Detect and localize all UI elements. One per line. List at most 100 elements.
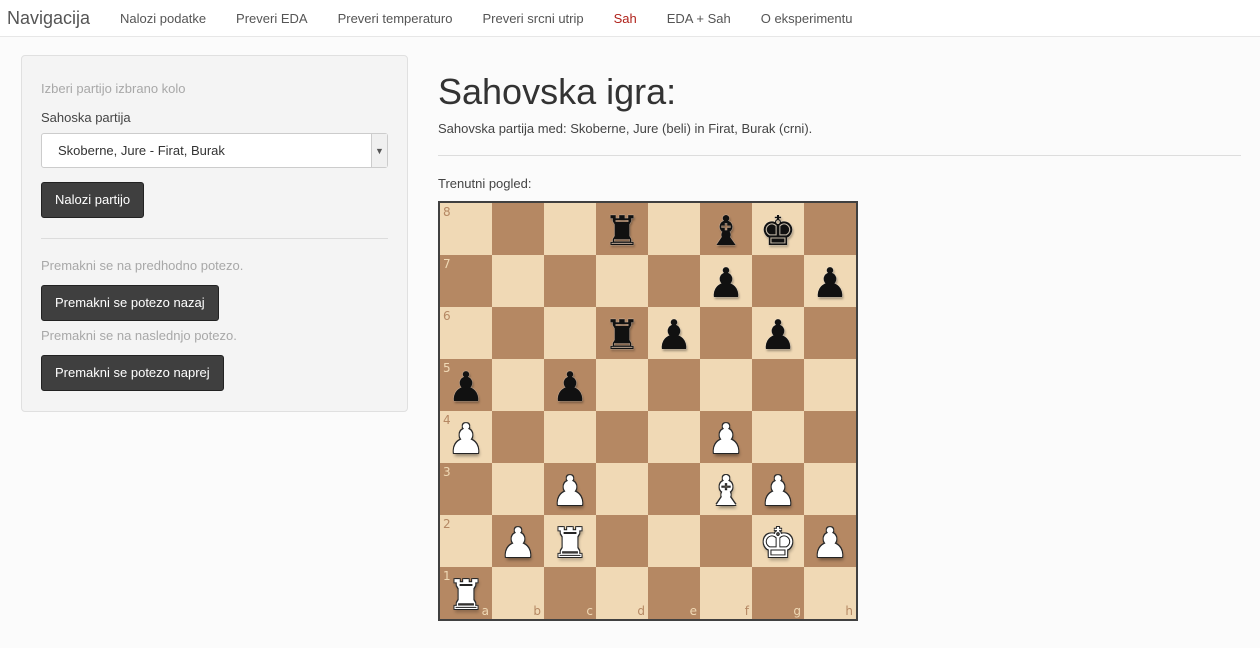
white-pawn-icon[interactable]: ♟ — [708, 418, 745, 460]
prev-move-button[interactable]: Premakni se potezo nazaj — [41, 285, 219, 321]
nav-link-preveri-srcni-utrip[interactable]: Preveri srcni utrip — [467, 2, 598, 35]
square-e6[interactable]: ♟ — [648, 307, 700, 359]
square-a2[interactable]: 2 — [440, 515, 492, 567]
chevron-down-icon[interactable]: ▼ — [371, 134, 387, 167]
square-f3[interactable]: ♝ — [700, 463, 752, 515]
square-h7[interactable]: ♟ — [804, 255, 856, 307]
black-bishop-icon[interactable]: ♝ — [708, 210, 745, 252]
square-a6[interactable]: 6 — [440, 307, 492, 359]
square-e5[interactable] — [648, 359, 700, 411]
square-g3[interactable]: ♟ — [752, 463, 804, 515]
square-e1[interactable]: e — [648, 567, 700, 619]
nav-link-nalozi-podatke[interactable]: Nalozi podatke — [105, 2, 221, 35]
square-h1[interactable]: h — [804, 567, 856, 619]
square-g6[interactable]: ♟ — [752, 307, 804, 359]
square-g2[interactable]: ♚ — [752, 515, 804, 567]
game-select[interactable]: Skoberne, Jure - Firat, Burak ▼ — [41, 133, 388, 168]
square-h8[interactable] — [804, 203, 856, 255]
black-pawn-icon[interactable]: ♟ — [760, 314, 797, 356]
square-e3[interactable] — [648, 463, 700, 515]
nav-link-eda-sah[interactable]: EDA + Sah — [652, 2, 746, 35]
black-pawn-icon[interactable]: ♟ — [656, 314, 693, 356]
white-pawn-icon[interactable]: ♟ — [552, 470, 589, 512]
white-pawn-icon[interactable]: ♟ — [500, 522, 537, 564]
square-f7[interactable]: ♟ — [700, 255, 752, 307]
square-a5[interactable]: 5 ♟ — [440, 359, 492, 411]
white-bishop-icon[interactable]: ♝ — [708, 470, 745, 512]
square-b5[interactable] — [492, 359, 544, 411]
square-c4[interactable] — [544, 411, 596, 463]
square-d5[interactable] — [596, 359, 648, 411]
navbar-brand[interactable]: Navigacija — [0, 2, 105, 35]
square-h3[interactable] — [804, 463, 856, 515]
nav-link-preveri-temperaturo[interactable]: Preveri temperaturo — [323, 2, 468, 35]
white-pawn-icon[interactable]: ♟ — [448, 418, 485, 460]
square-h4[interactable] — [804, 411, 856, 463]
square-b3[interactable] — [492, 463, 544, 515]
white-king-icon[interactable]: ♚ — [760, 522, 797, 564]
nav-link-preveri-eda[interactable]: Preveri EDA — [221, 2, 323, 35]
black-rook-icon[interactable]: ♜ — [604, 314, 641, 356]
square-c3[interactable]: ♟ — [544, 463, 596, 515]
square-c6[interactable] — [544, 307, 596, 359]
white-rook-icon[interactable]: ♜ — [448, 574, 485, 616]
black-pawn-icon[interactable]: ♟ — [812, 262, 849, 304]
square-a7[interactable]: 7 — [440, 255, 492, 307]
black-pawn-icon[interactable]: ♟ — [448, 366, 485, 408]
black-rook-icon[interactable]: ♜ — [604, 210, 641, 252]
square-a8[interactable]: 8 — [440, 203, 492, 255]
square-f1[interactable]: f — [700, 567, 752, 619]
nav-link-sah[interactable]: Sah — [599, 2, 652, 35]
square-g5[interactable] — [752, 359, 804, 411]
square-f8[interactable]: ♝ — [700, 203, 752, 255]
square-f5[interactable] — [700, 359, 752, 411]
square-c1[interactable]: c — [544, 567, 596, 619]
square-e7[interactable] — [648, 255, 700, 307]
square-d4[interactable] — [596, 411, 648, 463]
square-f4[interactable]: ♟ — [700, 411, 752, 463]
square-d6[interactable]: ♜ — [596, 307, 648, 359]
square-g4[interactable] — [752, 411, 804, 463]
square-a4[interactable]: 4 ♟ — [440, 411, 492, 463]
square-g7[interactable] — [752, 255, 804, 307]
square-d8[interactable]: ♜ — [596, 203, 648, 255]
square-f2[interactable] — [700, 515, 752, 567]
square-f6[interactable] — [700, 307, 752, 359]
square-h6[interactable] — [804, 307, 856, 359]
square-g1[interactable]: g — [752, 567, 804, 619]
square-b2[interactable]: ♟ — [492, 515, 544, 567]
square-e4[interactable] — [648, 411, 700, 463]
square-a3[interactable]: 3 — [440, 463, 492, 515]
square-a1[interactable]: 1 a ♜ — [440, 567, 492, 619]
square-e2[interactable] — [648, 515, 700, 567]
white-rook-icon[interactable]: ♜ — [552, 522, 589, 564]
square-g8[interactable]: ♚ — [752, 203, 804, 255]
square-d1[interactable]: d — [596, 567, 648, 619]
square-h5[interactable] — [804, 359, 856, 411]
black-king-icon[interactable]: ♚ — [760, 210, 797, 252]
square-e8[interactable] — [648, 203, 700, 255]
nav-link-o-eksperimentu[interactable]: O eksperimentu — [746, 2, 868, 35]
square-b4[interactable] — [492, 411, 544, 463]
next-move-button[interactable]: Premakni se potezo naprej — [41, 355, 224, 391]
load-game-button[interactable]: Nalozi partijo — [41, 182, 145, 218]
black-pawn-icon[interactable]: ♟ — [708, 262, 745, 304]
square-b8[interactable] — [492, 203, 544, 255]
square-h2[interactable]: ♟ — [804, 515, 856, 567]
white-pawn-icon[interactable]: ♟ — [760, 470, 797, 512]
square-b6[interactable] — [492, 307, 544, 359]
chess-board[interactable]: 8 ♜ ♝ ♚ 7 ♟ ♟ 6 ♜ ♟ ♟ 5 ♟ ♟ 4 ♟ ♟ 3 ♟ ♝ ♟ 2 ♟ ♜ ♚ ♟ 1 a ♜ b c d e f g h — [438, 201, 858, 621]
square-c2[interactable]: ♜ — [544, 515, 596, 567]
square-c5[interactable]: ♟ — [544, 359, 596, 411]
square-b1[interactable]: b — [492, 567, 544, 619]
square-d7[interactable] — [596, 255, 648, 307]
square-c7[interactable] — [544, 255, 596, 307]
black-pawn-icon[interactable]: ♟ — [552, 366, 589, 408]
white-pawn-icon[interactable]: ♟ — [812, 522, 849, 564]
next-move-help-text: Premakni se na naslednjo potezo. — [41, 328, 237, 343]
square-d3[interactable] — [596, 463, 648, 515]
square-b7[interactable] — [492, 255, 544, 307]
square-d2[interactable] — [596, 515, 648, 567]
prev-move-help-text: Premakni se na predhodno potezo. — [41, 258, 244, 273]
square-c8[interactable] — [544, 203, 596, 255]
